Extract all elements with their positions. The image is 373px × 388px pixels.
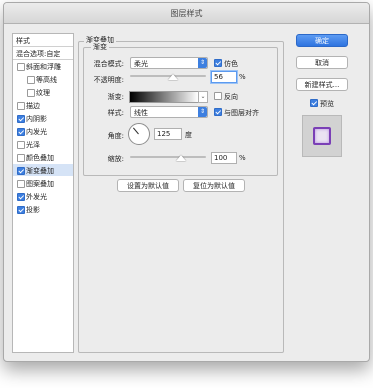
cancel-button[interactable]: 取消	[296, 56, 348, 69]
sidebar-item-outer-glow[interactable]: 外发光	[13, 190, 73, 202]
blend-mode-label: 混合模式:	[93, 60, 124, 68]
angle-dial[interactable]	[128, 123, 150, 145]
style-preview-swatch	[302, 115, 342, 157]
chevron-updown-icon: ⇕	[198, 58, 207, 68]
sidebar-item-label: 外发光	[26, 193, 47, 201]
sidebar-item-label: 颜色叠加	[26, 154, 54, 162]
sidebar-item-label: 等高线	[36, 76, 57, 84]
gradient-dropdown-chevron-icon[interactable]: ⌄	[198, 91, 208, 103]
sidebar-item-label: 内发光	[26, 128, 47, 136]
gradient-picker[interactable]	[129, 91, 199, 103]
sidebar-item-label: 光泽	[26, 141, 40, 149]
sidebar-item-satin[interactable]: 光泽	[13, 138, 73, 150]
color-overlay-checkbox[interactable]	[17, 154, 25, 162]
opacity-slider-thumb[interactable]	[167, 74, 178, 80]
bevel-emboss-checkbox[interactable]	[17, 63, 25, 71]
stroke-checkbox[interactable]	[17, 102, 25, 110]
opacity-input[interactable]: 56	[211, 71, 237, 83]
angle-dial-needle	[132, 127, 139, 135]
cancel-label: 取消	[315, 59, 329, 67]
gradient-overlay-checkbox[interactable]	[17, 167, 25, 175]
blend-mode-select[interactable]: 柔光 ⇕	[130, 57, 208, 69]
chevron-updown-icon: ⇕	[198, 107, 207, 117]
angle-input[interactable]: 125	[154, 128, 182, 140]
sidebar-item-contour[interactable]: 等高线	[13, 73, 73, 85]
reset-default-button[interactable]: 复位为默认值	[183, 179, 245, 192]
new-style-button[interactable]: 新建样式...	[296, 78, 348, 91]
scale-input[interactable]: 100	[211, 152, 237, 164]
ok-button[interactable]: 确定	[296, 34, 348, 47]
sidebar-item-label: 描边	[26, 102, 40, 110]
sidebar-item-inner-shadow[interactable]: 内阴影	[13, 112, 73, 124]
preview-thumbnail	[313, 127, 331, 145]
outer-glow-checkbox[interactable]	[17, 193, 25, 201]
sidebar-item-label: 纹理	[36, 89, 50, 97]
subsection-title: 渐变	[91, 42, 109, 52]
opacity-value: 56	[214, 73, 223, 81]
satin-checkbox[interactable]	[17, 141, 25, 149]
layer-style-dialog: 图层样式 样式 混合选项:自定 斜面和浮雕 等高线 纹理 描边 内阴影 内发光 …	[3, 2, 370, 362]
sidebar-item-color-overlay[interactable]: 颜色叠加	[13, 151, 73, 163]
dither-checkbox[interactable]	[214, 59, 222, 67]
reset-default-label: 复位为默认值	[193, 182, 235, 190]
sidebar-item-texture[interactable]: 纹理	[13, 86, 73, 98]
scale-slider-track[interactable]	[130, 156, 206, 158]
blend-options-item[interactable]: 混合选项:自定	[13, 47, 73, 60]
ok-label: 确定	[315, 37, 329, 45]
style-header-label: 样式	[16, 37, 30, 45]
window-title: 图层样式	[170, 9, 203, 18]
sidebar-item-label: 斜面和浮雕	[26, 63, 61, 71]
sidebar-item-pattern-overlay[interactable]: 图案叠加	[13, 177, 73, 189]
blend-options-label: 混合选项:自定	[16, 50, 61, 58]
angle-unit: 度	[185, 131, 192, 139]
angle-value: 125	[157, 130, 171, 138]
style-list-header[interactable]: 样式	[13, 34, 73, 47]
angle-label: 角度:	[107, 132, 124, 140]
sidebar-item-drop-shadow[interactable]: 投影	[13, 203, 73, 215]
sidebar-item-label: 渐变叠加	[26, 167, 54, 175]
contour-checkbox[interactable]	[27, 76, 35, 84]
sidebar-item-bevel-emboss[interactable]: 斜面和浮雕	[13, 60, 73, 72]
set-default-button[interactable]: 设置为默认值	[117, 179, 179, 192]
scale-unit: %	[239, 154, 246, 162]
title-bar[interactable]: 图层样式	[4, 3, 369, 24]
dither-label: 仿色	[224, 60, 238, 68]
gradient-style-select[interactable]: 线性 ⇕	[130, 106, 208, 118]
preview-label: 预览	[320, 100, 334, 108]
drop-shadow-checkbox[interactable]	[17, 206, 25, 214]
reverse-label: 反向	[224, 93, 238, 101]
texture-checkbox[interactable]	[27, 89, 35, 97]
align-with-layer-checkbox[interactable]	[214, 108, 222, 116]
preview-checkbox[interactable]	[310, 99, 318, 107]
style-list-panel: 样式 混合选项:自定 斜面和浮雕 等高线 纹理 描边 内阴影 内发光 光泽 颜色…	[12, 33, 74, 353]
opacity-label: 不透明度:	[93, 76, 124, 84]
inner-shadow-checkbox[interactable]	[17, 115, 25, 123]
new-style-label: 新建样式...	[304, 81, 340, 89]
scale-value: 100	[214, 154, 228, 162]
sidebar-item-label: 图案叠加	[26, 180, 54, 188]
blend-mode-value: 柔光	[134, 60, 148, 68]
inner-glow-checkbox[interactable]	[17, 128, 25, 136]
reverse-checkbox[interactable]	[214, 92, 222, 100]
sidebar-item-label: 内阴影	[26, 115, 47, 123]
align-with-layer-label: 与图层对齐	[224, 109, 259, 117]
pattern-overlay-checkbox[interactable]	[17, 180, 25, 188]
sidebar-item-gradient-overlay[interactable]: 渐变叠加	[13, 164, 73, 176]
scale-slider-thumb[interactable]	[175, 155, 186, 161]
sidebar-item-stroke[interactable]: 描边	[13, 99, 73, 111]
style-label: 样式:	[107, 109, 124, 117]
opacity-unit: %	[239, 73, 246, 81]
set-default-label: 设置为默认值	[127, 182, 169, 190]
gradient-label: 渐变:	[107, 93, 124, 101]
scale-label: 缩放:	[107, 155, 124, 163]
sidebar-item-label: 投影	[26, 206, 40, 214]
sidebar-item-inner-glow[interactable]: 内发光	[13, 125, 73, 137]
gradient-style-value: 线性	[134, 109, 148, 117]
